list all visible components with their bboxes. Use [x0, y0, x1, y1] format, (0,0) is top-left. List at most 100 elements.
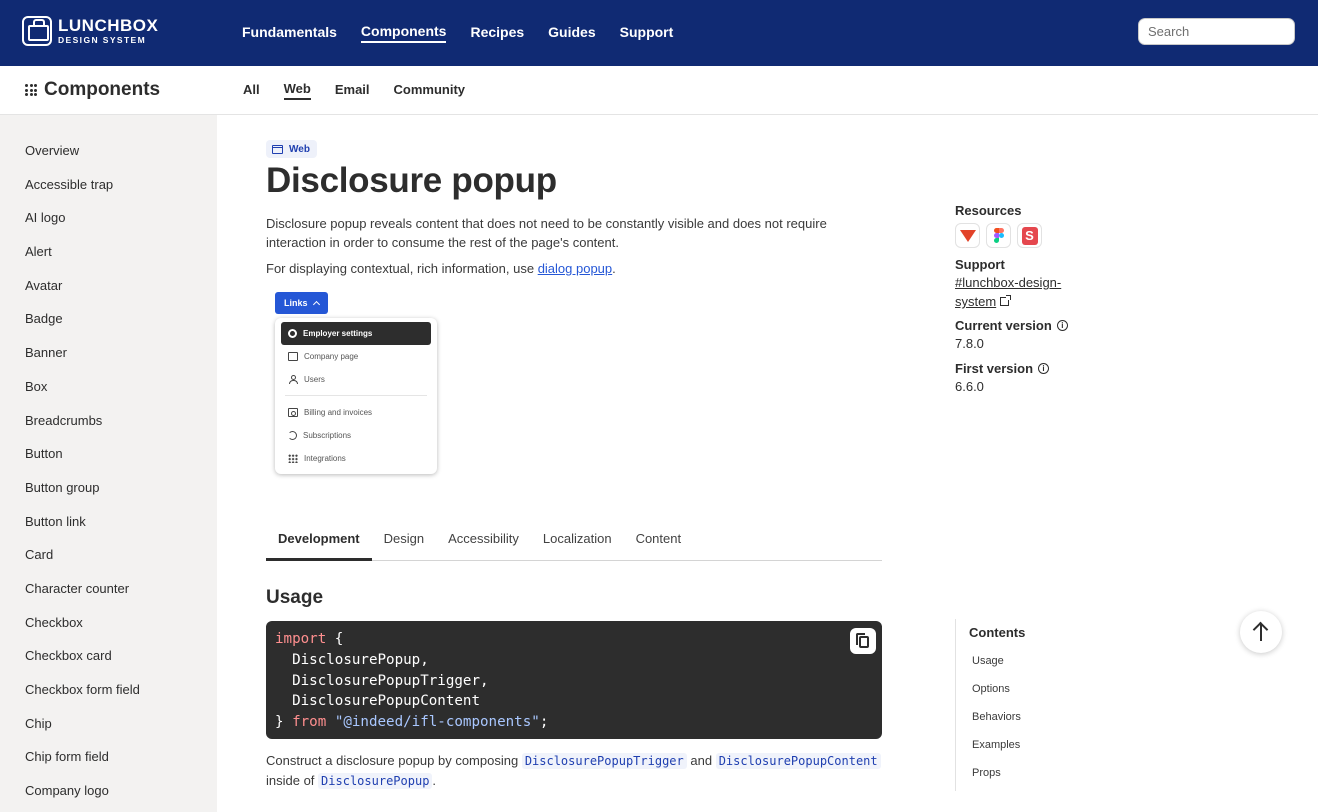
subtab-email[interactable]: Email — [335, 82, 370, 99]
code-text: DisclosurePopupContent — [275, 693, 480, 710]
sidebar-item[interactable]: Company logo — [0, 781, 217, 812]
sidebar-item[interactable]: Chip — [0, 714, 217, 748]
sidebar-item[interactable]: Button — [0, 444, 217, 478]
grid-icon — [25, 84, 37, 96]
scroll-to-top-button[interactable] — [1240, 611, 1282, 653]
toc-item-examples[interactable]: Examples — [972, 739, 1020, 751]
subtab-all[interactable]: All — [243, 82, 260, 99]
preview-menu-item[interactable]: Employer settings — [281, 322, 431, 345]
sidebar-item[interactable]: Checkbox form field — [0, 680, 217, 714]
toc-heading: Contents — [969, 625, 1026, 640]
preview-menu-item[interactable]: Integrations — [281, 447, 431, 470]
first-version-heading: First version i — [955, 361, 1050, 376]
desc2-prefix: For displaying contextual, rich informat… — [266, 261, 538, 276]
sidebar-item[interactable]: Checkbox — [0, 613, 217, 647]
nav-guides[interactable]: Guides — [548, 24, 595, 42]
support-link-line1: #lunchbox-design- — [955, 275, 1062, 290]
current-version-value: 7.8.0 — [955, 336, 984, 351]
dialog-popup-link[interactable]: dialog popup — [538, 261, 612, 276]
toc-item-props[interactable]: Props — [972, 767, 1001, 779]
preview-menu-item[interactable]: Users — [281, 368, 431, 391]
info-icon[interactable]: i — [1038, 363, 1050, 374]
tab-design[interactable]: Design — [372, 523, 436, 561]
preview-menu-label: Users — [304, 375, 325, 384]
main-nav: Fundamentals Components Recipes Guides S… — [242, 0, 673, 66]
tab-accessibility[interactable]: Accessibility — [436, 523, 531, 561]
nav-fundamentals[interactable]: Fundamentals — [242, 24, 337, 42]
figma-icon[interactable] — [986, 223, 1011, 248]
grid-icon — [288, 454, 298, 463]
preview-menu-item[interactable]: Company page — [281, 345, 431, 368]
preview-menu-item[interactable]: Billing and invoices — [281, 401, 431, 424]
logo-main: LUNCHBOX — [58, 16, 159, 36]
sidebar-item[interactable]: Box — [0, 377, 217, 411]
lunchbox-icon — [22, 16, 52, 46]
copy-code-button[interactable] — [850, 628, 876, 654]
sidebar-item[interactable]: Badge — [0, 309, 217, 343]
bill-icon — [288, 408, 298, 417]
description-secondary: For displaying contextual, rich informat… — [266, 261, 616, 276]
sidebar-item[interactable]: Button group — [0, 478, 217, 512]
resources-label: Resources — [955, 203, 1022, 218]
support-label: Support — [955, 257, 1005, 272]
sidebar-item[interactable]: Avatar — [0, 276, 217, 310]
nav-recipes[interactable]: Recipes — [470, 24, 524, 42]
preview-trigger-label: Links — [284, 298, 308, 308]
sidebar-item[interactable]: Breadcrumbs — [0, 411, 217, 445]
sidebar-item[interactable]: Button link — [0, 512, 217, 546]
current-version-label: Current version — [955, 318, 1052, 333]
doc-tabs: Development Design Accessibility Localiz… — [266, 523, 882, 561]
preview-menu-label: Billing and invoices — [304, 408, 373, 417]
sidebar-item[interactable]: Character counter — [0, 579, 217, 613]
toc-item-behaviors[interactable]: Behaviors — [972, 711, 1021, 723]
usage-heading: Usage — [266, 587, 324, 608]
copy-icon — [856, 633, 869, 648]
sub-nav: All Web Email Community — [243, 66, 465, 115]
code-text: DisclosurePopup, — [275, 651, 429, 668]
toc-item-usage[interactable]: Usage — [972, 655, 1004, 667]
preview-menu-label: Company page — [304, 352, 359, 361]
preview-trigger-button[interactable]: Links — [275, 292, 328, 314]
sidebar-item[interactable]: Chip form field — [0, 747, 217, 781]
search-input[interactable] — [1138, 18, 1295, 45]
inline-code: DisclosurePopupTrigger — [521, 753, 687, 769]
support-link-line2: system — [955, 294, 997, 309]
page-title: Disclosure popup — [266, 161, 557, 200]
badge-label: Web — [289, 143, 310, 155]
preview-menu-label: Employer settings — [303, 329, 373, 338]
toc-item-options[interactable]: Options — [972, 683, 1010, 695]
subtab-web[interactable]: Web — [283, 81, 311, 100]
current-version-heading: Current version i — [955, 318, 1068, 333]
code-string: "@indeed/ifl-components" — [334, 714, 540, 731]
section-title: Components — [44, 79, 161, 100]
sidebar-item[interactable]: Accessible trap — [0, 175, 217, 209]
logo-sub: DESIGN SYSTEM — [58, 35, 147, 46]
logo[interactable]: LUNCHBOX DESIGN SYSTEM — [22, 16, 158, 46]
tab-localization[interactable]: Localization — [531, 523, 624, 561]
sub-header: Components All Web Email Community — [0, 66, 1318, 115]
external-link-icon — [1000, 295, 1012, 306]
tab-development[interactable]: Development — [266, 523, 372, 561]
gitlab-icon[interactable] — [955, 223, 980, 248]
subtab-community[interactable]: Community — [394, 82, 466, 99]
description: Disclosure popup reveals content that do… — [266, 216, 827, 250]
preview-menu-item[interactable]: Subscriptions — [281, 424, 431, 447]
info-icon[interactable]: i — [1056, 320, 1068, 331]
logo-text: LUNCHBOX DESIGN SYSTEM — [58, 17, 158, 45]
tab-content[interactable]: Content — [624, 523, 694, 561]
sidebar-item[interactable]: Card — [0, 545, 217, 579]
code-text: DisclosurePopupTrigger, — [275, 672, 489, 689]
storybook-icon[interactable]: S — [1017, 223, 1042, 248]
nav-support[interactable]: Support — [620, 24, 674, 42]
gear-icon — [288, 329, 297, 338]
preview-popup-menu: Employer settings Company page Users Bil… — [275, 318, 437, 474]
sidebar-item[interactable]: Banner — [0, 343, 217, 377]
sidebar-item[interactable]: Overview — [0, 141, 217, 175]
sidebar-item[interactable]: Checkbox card — [0, 646, 217, 680]
code-block[interactable]: import { DisclosurePopup, DisclosurePopu… — [266, 621, 882, 739]
nav-components[interactable]: Components — [360, 23, 447, 43]
user-icon — [288, 375, 298, 384]
sidebar-item[interactable]: Alert — [0, 242, 217, 276]
browser-icon — [272, 144, 283, 154]
sidebar-item[interactable]: AI logo — [0, 208, 217, 242]
